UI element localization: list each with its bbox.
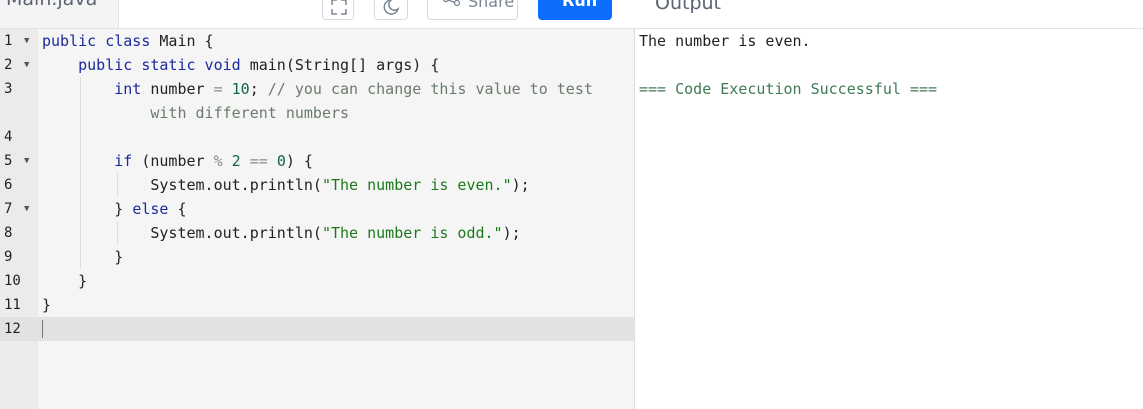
share-icon <box>443 0 461 7</box>
line-number: 9 <box>4 249 13 265</box>
code-line[interactable]: 10 } <box>0 269 634 293</box>
text-cursor <box>42 320 43 338</box>
theme-toggle-button[interactable] <box>374 0 408 20</box>
code-line[interactable]: 6 System.out.println("The number is even… <box>0 173 634 197</box>
line-number: 2 <box>4 57 13 73</box>
code-line[interactable]: 5 ▼ if (number % 2 == 0) { <box>0 149 634 173</box>
moon-icon <box>383 0 400 15</box>
code-line[interactable]: 4 <box>0 125 634 149</box>
code-line[interactable]: 2 ▼ public static void main(String[] arg… <box>0 53 634 77</box>
line-number: 1 <box>4 33 13 49</box>
code-line[interactable]: 7 ▼ } else { <box>0 197 634 221</box>
line-number: 10 <box>4 273 21 289</box>
fold-arrow-icon[interactable]: ▼ <box>24 29 29 53</box>
code-line[interactable]: 3 int number = 10; // you can change thi… <box>0 77 634 101</box>
code-editor[interactable]: 1 ▼ public class Main { 2 ▼ public stati… <box>0 29 634 409</box>
run-button[interactable]: Run <box>538 0 612 20</box>
line-number: 5 <box>4 153 13 169</box>
expand-icon <box>331 0 347 15</box>
fold-arrow-icon[interactable]: ▼ <box>24 53 29 77</box>
line-number: 3 <box>4 81 13 97</box>
line-number: 4 <box>4 129 13 145</box>
line-number: 8 <box>4 225 13 241</box>
code-line[interactable]: with different numbers <box>0 101 634 125</box>
share-button[interactable]: Share <box>427 0 518 20</box>
indent-guide <box>80 125 81 149</box>
share-button-label: Share <box>468 0 515 11</box>
output-success-line: === Code Execution Successful === <box>639 80 938 98</box>
file-tab[interactable]: Main.java <box>0 0 119 28</box>
fullscreen-button[interactable] <box>322 0 354 20</box>
line-number: 11 <box>4 297 21 313</box>
line-number: 6 <box>4 177 13 193</box>
run-button-label: Run <box>562 0 598 10</box>
line-number: 12 <box>4 321 21 337</box>
file-tab-label: Main.java <box>6 0 97 10</box>
code-line-active[interactable]: 12 <box>0 317 634 341</box>
output-line: The number is even. <box>639 32 811 50</box>
fold-arrow-icon[interactable]: ▼ <box>24 197 29 221</box>
code-line[interactable]: 1 ▼ public class Main { <box>0 29 634 53</box>
code-line[interactable]: 9 } <box>0 245 634 269</box>
code-line[interactable]: 11 } <box>0 293 634 317</box>
fold-arrow-icon[interactable]: ▼ <box>24 149 29 173</box>
output-panel: The number is even. === Code Execution S… <box>635 29 1143 409</box>
code-line[interactable]: 8 System.out.println("The number is odd.… <box>0 221 634 245</box>
output-title: Output <box>655 0 721 14</box>
line-number: 7 <box>4 201 13 217</box>
top-toolbar: Main.java Share Run Output <box>0 0 1143 29</box>
